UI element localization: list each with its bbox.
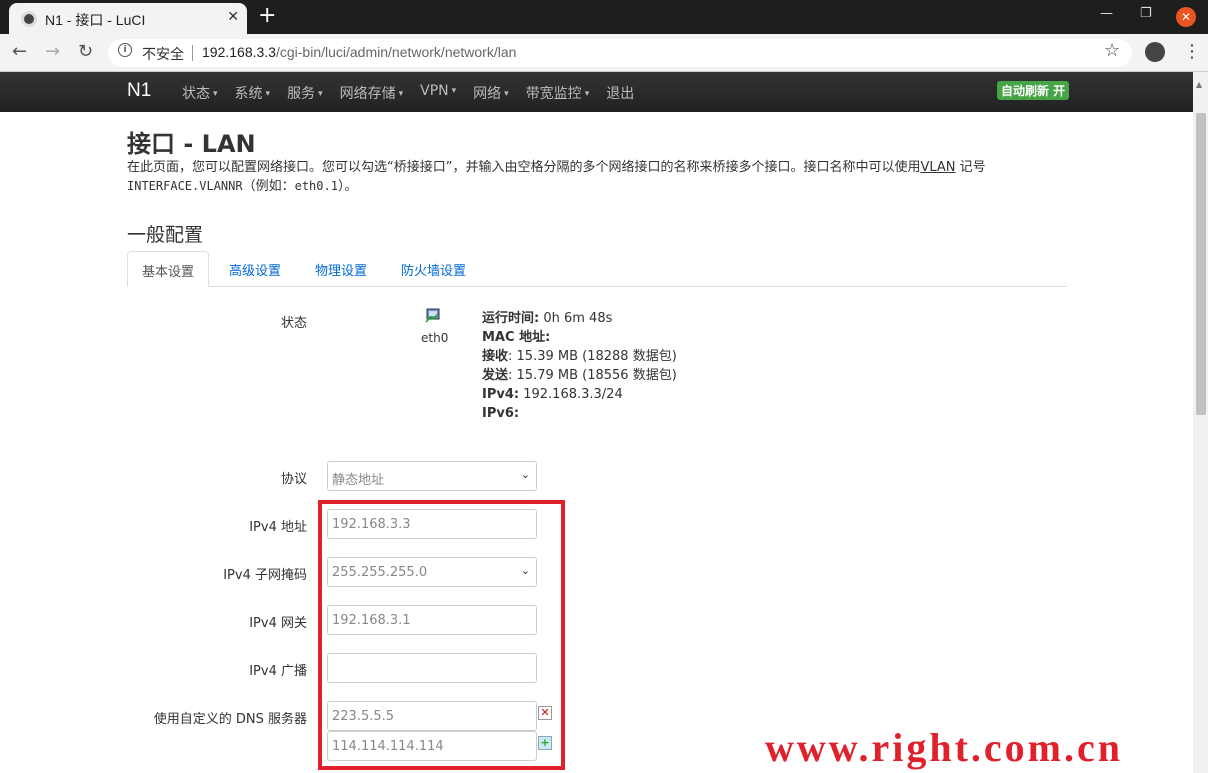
uptime-line: 运行时间: 0h 6m 48s — [482, 309, 677, 328]
menu-label: 状态 — [182, 86, 210, 102]
menu-system[interactable]: 系统 ▾ — [235, 83, 271, 103]
watermark: www.right.com.cn — [765, 725, 1123, 770]
bookmark-star-icon[interactable]: ☆ — [1104, 40, 1120, 61]
tx-value: : 15.79 MB (18556 数据包) — [508, 368, 677, 383]
scrollbar-thumb[interactable] — [1196, 113, 1206, 415]
ipv4-broadcast-label: IPv4 广播 — [249, 664, 307, 679]
menu-nas[interactable]: 网络存储 ▾ — [340, 83, 404, 103]
ipv4-line: IPv4: 192.168.3.3/24 — [482, 385, 677, 404]
mac-label: MAC 地址: — [482, 330, 551, 345]
close-tab-icon[interactable]: ✕ — [227, 9, 239, 25]
minimize-icon[interactable]: — — [1100, 6, 1113, 21]
restore-icon[interactable]: ❐ — [1140, 6, 1152, 21]
chevron-down-icon: ⌄ — [520, 468, 530, 481]
desc-text: 在此页面，您可以配置网络接口。您可以勾选“桥接接口”，并输入由空格分隔的多个网络… — [127, 160, 921, 175]
caret-down-icon: ▾ — [584, 89, 590, 99]
protocol-select[interactable]: 静态地址 ⌄ — [327, 461, 537, 491]
menu-label: 服务 — [287, 86, 316, 102]
scroll-up-arrow-icon[interactable]: ▲ — [1196, 80, 1202, 89]
browser-toolbar: ← → ↻ i 不安全 192.168.3.3/cgi-bin/luci/adm… — [0, 34, 1208, 72]
ipv6-label: IPv6: — [482, 406, 520, 421]
ipv4-value: 192.168.3.3/24 — [519, 387, 623, 402]
highlight-box — [318, 500, 565, 770]
config-tabs: 基本设置 高级设置 物理设置 防火墙设置 — [127, 251, 1067, 287]
autorefresh-badge[interactable]: 自动刷新 开 — [997, 81, 1070, 100]
menu-label: 网络存储 — [339, 86, 396, 102]
caret-down-icon: ▾ — [451, 86, 457, 96]
browser-tab[interactable]: N1 - 接口 - LuCI ✕ — [9, 3, 247, 34]
menu-services[interactable]: 服务 ▾ — [287, 83, 323, 103]
uptime-label: 运行时间: — [482, 311, 540, 326]
ipv4-address-label: IPv4 地址 — [249, 520, 307, 535]
browser-titlebar: N1 - 接口 - LuCI ✕ + — ❐ ✕ — [0, 0, 1208, 34]
rx-line: 接收: 15.39 MB (18288 数据包) — [482, 347, 677, 366]
forward-arrow-icon[interactable]: → — [45, 41, 60, 62]
caret-down-icon: ▾ — [265, 89, 271, 99]
page-description: 在此页面，您可以配置网络接口。您可以勾选“桥接接口”，并输入由空格分隔的多个网络… — [127, 158, 1007, 196]
profile-icon[interactable] — [1145, 42, 1165, 62]
vlan-abbr: VLAN — [920, 160, 956, 175]
favicon-icon — [21, 11, 37, 27]
desc-code: eth0.1 — [294, 179, 338, 193]
mac-line: MAC 地址: — [482, 328, 677, 347]
menu-vpn[interactable]: VPN ▾ — [420, 83, 456, 103]
caret-down-icon: ▾ — [318, 89, 323, 99]
url-host: 192.168.3.3 — [202, 44, 276, 60]
back-arrow-icon[interactable]: ← — [12, 41, 27, 62]
menu-label: 系统 — [234, 86, 263, 102]
url-path: /cgi-bin/luci/admin/network/network/lan — [275, 44, 517, 60]
status-details: 运行时间: 0h 6m 48s MAC 地址: 接收: 15.39 MB (18… — [482, 309, 677, 423]
page-title: 接口 - LAN — [127, 130, 256, 158]
menu-bandwidth[interactable]: 带宽监控 ▾ — [526, 83, 590, 103]
tab-advanced[interactable]: 高级设置 — [215, 251, 295, 287]
menu-network[interactable]: 网络 ▾ — [473, 83, 509, 103]
menu-label: 退出 — [606, 86, 635, 102]
tx-line: 发送: 15.79 MB (18556 数据包) — [482, 366, 677, 385]
menu-label: 网络 — [473, 86, 502, 102]
protocol-label: 协议 — [280, 472, 307, 487]
new-tab-button[interactable]: + — [258, 3, 276, 28]
brand-logo[interactable]: N1 — [127, 80, 151, 102]
tab-firewall[interactable]: 防火墙设置 — [387, 251, 480, 287]
ipv4-gateway-label: IPv4 网关 — [249, 616, 307, 631]
device-name: eth0 — [421, 331, 449, 345]
ethernet-port-icon — [425, 308, 440, 323]
menu-logout[interactable]: 退出 — [606, 83, 634, 103]
divider — [192, 45, 193, 61]
menu-kebab-icon[interactable]: ⋮ — [1183, 41, 1201, 62]
desc-code: INTERFACE.VLANNR — [127, 179, 243, 193]
main-menu: 状态 ▾ 系统 ▾ 服务 ▾ 网络存储 ▾ VPN ▾ 网络 ▾ 带宽监控 ▾ 退出 — [182, 83, 651, 103]
insecure-label: 不安全 — [142, 47, 184, 63]
protocol-value: 静态地址 — [332, 473, 385, 488]
caret-down-icon: ▾ — [398, 89, 404, 99]
window-close-icon[interactable]: ✕ — [1176, 7, 1196, 27]
status-label: 状态 — [280, 316, 307, 331]
rx-label: 接收 — [482, 349, 509, 364]
section-title: 一般配置 — [127, 224, 204, 246]
info-icon[interactable]: i — [118, 43, 132, 57]
tab-basic[interactable]: 基本设置 — [127, 251, 210, 287]
menu-label: VPN — [420, 83, 449, 99]
rx-value: : 15.39 MB (18288 数据包) — [508, 349, 677, 364]
caret-down-icon: ▾ — [213, 89, 218, 99]
tab-title: N1 - 接口 - LuCI — [45, 12, 146, 28]
reload-icon[interactable]: ↻ — [78, 41, 93, 62]
dns-label: 使用自定义的 DNS 服务器 — [153, 712, 307, 727]
address-bar[interactable]: i 不安全 192.168.3.3/cgi-bin/luci/admin/net… — [108, 39, 1132, 67]
desc-text: （例如： — [242, 179, 295, 194]
ipv6-line: IPv6: — [482, 404, 677, 423]
uptime-value: 0h 6m 48s — [539, 311, 613, 326]
tab-physical[interactable]: 物理设置 — [301, 251, 381, 287]
ipv4-label: IPv4: — [482, 387, 520, 402]
ipv4-netmask-label: IPv4 子网掩码 — [223, 568, 307, 583]
caret-down-icon: ▾ — [504, 89, 509, 99]
menu-status[interactable]: 状态 ▾ — [182, 83, 218, 103]
luci-navbar: N1 状态 ▾ 系统 ▾ 服务 ▾ 网络存储 ▾ VPN ▾ 网络 ▾ 带宽监控 ▾ 退出 自… — [0, 72, 1193, 112]
desc-text: 记号 — [955, 160, 986, 175]
menu-label: 带宽监控 — [525, 86, 582, 102]
desc-text: ）。 — [337, 179, 358, 194]
url-text[interactable]: 192.168.3.3/cgi-bin/luci/admin/network/n… — [202, 44, 516, 60]
tx-label: 发送 — [482, 368, 509, 383]
